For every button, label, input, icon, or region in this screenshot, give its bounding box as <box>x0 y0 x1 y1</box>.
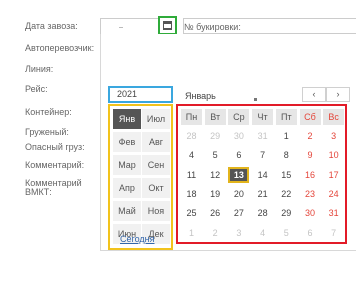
label-container: Контейнер: <box>25 107 72 117</box>
month-dropdown-icon <box>254 98 257 101</box>
month-sep[interactable]: Сен <box>142 155 170 175</box>
day-cell[interactable]: 3 <box>323 128 344 144</box>
month-apr[interactable]: Апр <box>113 178 141 198</box>
day-cell[interactable]: 17 <box>323 167 344 183</box>
year-value: 2021 <box>117 89 138 99</box>
label-comment-vmkt-2: ВМКТ: <box>25 187 52 197</box>
weekday-header: Пт <box>275 109 297 125</box>
day-cell[interactable]: 1 <box>276 128 297 144</box>
day-cell[interactable]: 19 <box>205 186 226 202</box>
day-cell[interactable]: 29 <box>276 205 297 221</box>
day-cell[interactable]: 5 <box>276 225 297 241</box>
month-oct[interactable]: Окт <box>142 178 170 198</box>
calendar-button[interactable] <box>158 16 177 35</box>
label-loaded: Груженый: <box>25 127 69 137</box>
day-cell[interactable]: 31 <box>323 205 344 221</box>
day-cell[interactable]: 30 <box>228 128 249 144</box>
label-line: Линия: <box>25 64 54 74</box>
weekday-header: Пн <box>181 109 202 125</box>
month-picker: Янв Июл Фев Авг Мар Сен Апр Окт Май Ноя … <box>108 104 173 250</box>
day-cell[interactable]: 2 <box>300 128 321 144</box>
day-cell[interactable]: 12 <box>205 167 226 183</box>
day-cell[interactable]: 21 <box>252 186 273 202</box>
day-cell[interactable]: 3 <box>228 225 249 241</box>
day-cell[interactable]: 2 <box>205 225 226 241</box>
day-cell[interactable]: 11 <box>181 167 202 183</box>
weekday-header: Чт <box>252 109 274 125</box>
day-cell[interactable]: 28 <box>181 128 202 144</box>
day-cell[interactable]: 6 <box>300 225 321 241</box>
weekday-header: Ср <box>228 109 250 125</box>
day-cell[interactable]: 22 <box>276 186 297 202</box>
label-comment: Комментарий: <box>25 160 85 170</box>
day-cell[interactable]: 16 <box>300 167 321 183</box>
day-grid: Пн Вт Ср Чт Пт Сб Вс 28 29 30 31 1 2 3 4 5 6 7 8 9 10 11 12 13 1… <box>176 104 347 244</box>
day-cell-today[interactable]: 13 <box>228 166 250 183</box>
booking-label: № букировки: <box>184 22 241 32</box>
day-cell[interactable]: 14 <box>252 167 273 183</box>
year-selector[interactable]: 2021 <box>108 86 173 103</box>
day-cell[interactable]: 25 <box>181 205 202 221</box>
month-jul[interactable]: Июл <box>142 109 170 129</box>
month-jan[interactable]: Янв <box>113 109 141 129</box>
day-cell[interactable]: 6 <box>228 147 249 163</box>
day-cell[interactable]: 8 <box>276 147 297 163</box>
day-cell[interactable]: 7 <box>323 225 344 241</box>
day-cell[interactable]: 7 <box>252 147 273 163</box>
day-cell[interactable]: 20 <box>228 186 249 202</box>
today-link[interactable]: Сегодня <box>120 234 155 244</box>
day-cell[interactable]: 30 <box>300 205 321 221</box>
day-cell[interactable]: 24 <box>323 186 344 202</box>
month-selector[interactable]: Январь <box>185 91 216 101</box>
day-cell[interactable]: 31 <box>252 128 273 144</box>
day-cell[interactable]: 29 <box>205 128 226 144</box>
day-cell[interactable]: 15 <box>276 167 297 183</box>
day-cell[interactable]: 28 <box>252 205 273 221</box>
day-cell[interactable]: 27 <box>228 205 249 221</box>
weekday-header: Вт <box>204 109 226 125</box>
label-carrier: Автоперевозчик: <box>25 43 95 53</box>
month-aug[interactable]: Авг <box>142 132 170 152</box>
weekday-header: Сб <box>299 109 321 125</box>
day-cell[interactable]: 23 <box>300 186 321 202</box>
day-cell[interactable]: 26 <box>205 205 226 221</box>
day-cell[interactable]: 10 <box>323 147 344 163</box>
next-month-button[interactable]: › <box>326 87 350 102</box>
day-cell[interactable]: 18 <box>181 186 202 202</box>
day-cell[interactable]: 1 <box>181 225 202 241</box>
calendar-icon <box>163 21 172 30</box>
month-mar[interactable]: Мар <box>113 155 141 175</box>
day-cell[interactable]: 4 <box>181 147 202 163</box>
month-may[interactable]: Май <box>113 201 141 221</box>
month-feb[interactable]: Фев <box>113 132 141 152</box>
day-cell[interactable]: 5 <box>205 147 226 163</box>
day-cell[interactable]: 9 <box>300 147 321 163</box>
weekday-header: Вс <box>323 109 345 125</box>
label-dangerous: Опасный груз: <box>25 142 85 152</box>
prev-month-button[interactable]: ‹ <box>302 87 326 102</box>
label-delivery-date: Дата завоза: <box>25 21 78 31</box>
day-cell[interactable]: 4 <box>252 225 273 241</box>
label-voyage: Рейс: <box>25 84 48 94</box>
month-nov[interactable]: Ноя <box>142 201 170 221</box>
